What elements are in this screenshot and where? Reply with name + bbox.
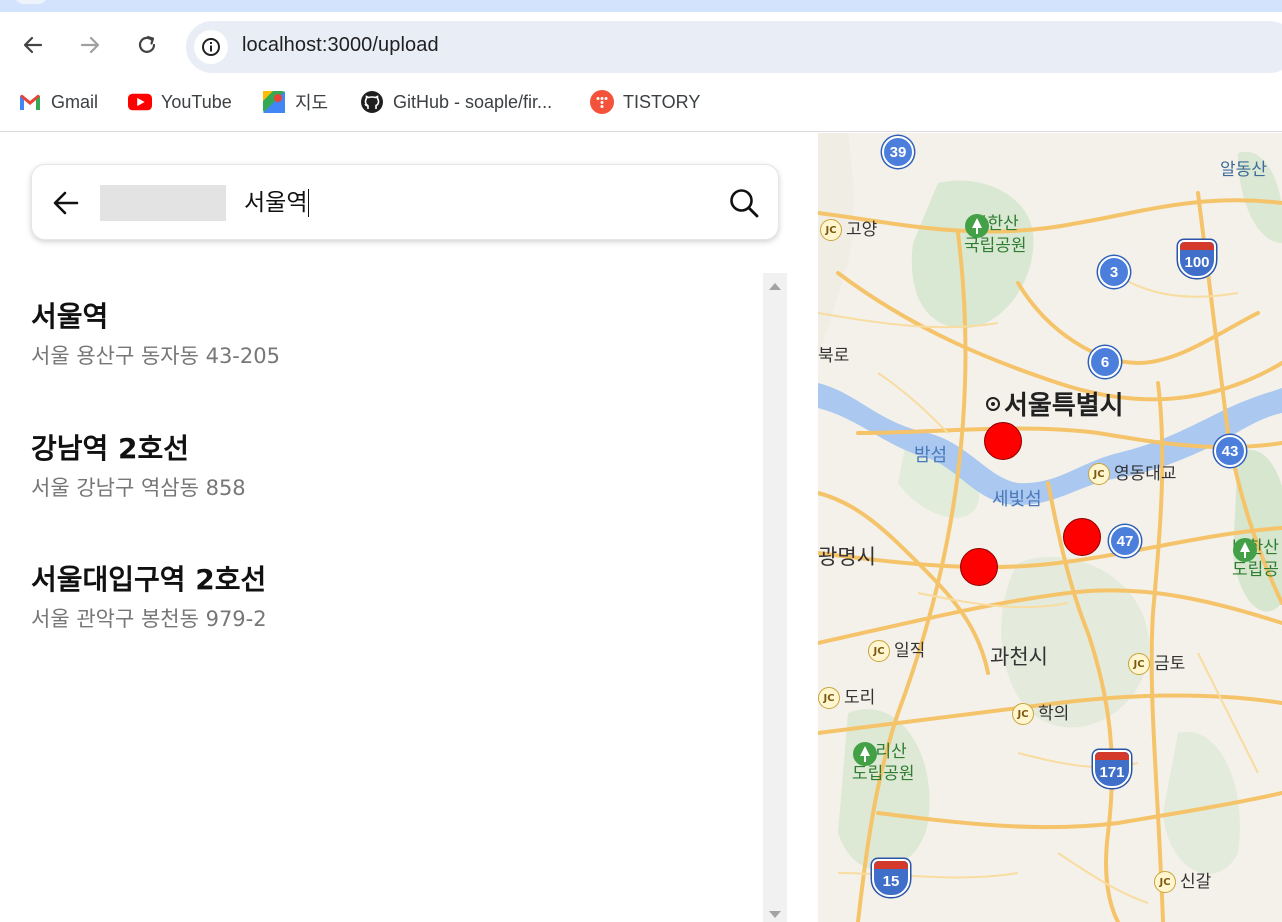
arrow-right-icon [80,36,100,54]
list-item[interactable]: 서울역 서울 용산구 동자동 43-205 [31,299,731,371]
map-label-bamseom: 밤섬 [914,445,948,466]
result-address: 서울 관악구 봉천동 979-2 [31,607,267,631]
search-input[interactable]: 서울역 [244,187,310,219]
bookmark-youtube[interactable]: YouTube [128,90,232,114]
map-label-dori: JC 도리 [818,683,875,709]
park-tree-icon [853,742,877,766]
bookmark-label: 지도 [295,93,329,113]
jc-icon: JC [818,687,840,709]
map-label-aldongsan: 알동산 [1220,160,1267,180]
result-address: 서울 강남구 역삼동 858 [31,476,246,500]
tab-strip [0,0,1282,12]
bookmark-label: Gmail [51,91,99,112]
search-panel: 서울역 서울역 서울 용산구 동자동 43-205 강남역 2호선 서울 강남구… [0,133,818,922]
back-button[interactable] [50,187,82,219]
search-button[interactable] [726,185,762,221]
back-button[interactable] [18,30,48,60]
info-icon [202,38,220,56]
bookmark-label: TISTORY [623,91,701,112]
forward-button[interactable] [75,30,105,60]
map-label-seoul: 서울특별시 [986,385,1124,422]
bookmark-label: GitHub - soaple/fir... [393,91,553,112]
youtube-icon [128,90,152,114]
jc-icon: JC [1012,703,1034,725]
map-label-hagui: JC 학의 [1012,699,1069,725]
city-dot-icon [986,397,1000,411]
reload-icon [138,35,156,53]
url-text[interactable]: localhost:3000/upload [242,34,439,57]
map-label-namhansan: 남한산 도립공 [1232,537,1279,581]
bookmark-github[interactable]: GitHub - soaple/fir... [360,90,552,114]
bookmark-gmail[interactable]: Gmail [18,90,98,114]
gmail-icon [18,90,42,114]
bookmark-maps[interactable]: 지도 [262,90,328,114]
map-label-iljik: JC 일직 [868,636,925,662]
result-title: 강남역 2호선 [31,432,190,465]
route-badge-6: 6 [1089,346,1121,378]
route-badge-3: 3 [1098,256,1130,288]
google-maps-icon [262,90,286,114]
bookmark-tistory[interactable]: TISTORY [590,90,700,114]
category-selector[interactable] [100,185,226,221]
map-view[interactable]: 39 3 6 43 47 100 171 15 JC 고양 북한산 국립공원 북로… [818,133,1282,922]
site-info-button[interactable] [194,30,228,64]
search-bar: 서울역 [31,164,779,240]
jc-icon: JC [820,219,842,241]
route-badge-39: 39 [882,136,914,168]
map-label-goyang: JC 고양 [820,215,877,241]
jc-icon: JC [1128,653,1150,675]
map-label-surisan: 수리산 도립공원 [852,742,915,784]
arrow-left-icon [53,191,79,215]
active-tab[interactable] [14,0,48,4]
highway-shield-171: 171 [1093,750,1131,788]
address-bar[interactable]: localhost:3000/upload [186,21,1282,73]
jc-icon: JC [868,640,890,662]
highway-shield-15: 15 [872,859,910,897]
arrow-left-icon [23,36,43,54]
list-item[interactable]: 강남역 2호선 서울 강남구 역삼동 858 [31,431,731,503]
list-item[interactable]: 서울대입구역 2호선 서울 관악구 봉천동 979-2 [31,562,731,634]
results-scrollbar[interactable] [763,273,787,922]
result-title: 서울역 [31,300,109,333]
result-title: 서울대입구역 2호선 [31,563,267,596]
map-label-gwacheon: 과천시 [990,645,1048,669]
map-label-yeongdong: JC 영동대교 [1088,459,1177,485]
reload-button[interactable] [132,30,162,60]
map-marker-gangnam-station[interactable] [1063,518,1101,556]
github-icon [360,90,384,114]
text-caret [308,189,310,217]
jc-icon: JC [1154,871,1176,893]
bookmarks-bar: Gmail YouTube 지도 GitHub - soaple/fir... … [0,80,1282,132]
scroll-down-arrow-icon[interactable] [769,911,781,918]
map-label-singal: JC 신갈 [1154,867,1211,893]
jc-icon: JC [1088,463,1110,485]
map-label-sebitseom: 세빛섬 [992,489,1042,510]
route-badge-43: 43 [1214,435,1246,467]
map-label-bukhansan: 북한산 국립공원 [964,214,1027,256]
map-label-gwangmyeong: 광명시 [818,545,876,569]
tistory-icon [590,90,614,114]
map-marker-seoul-station[interactable] [984,422,1022,460]
result-address: 서울 용산구 동자동 43-205 [31,344,280,368]
highway-shield-100: 100 [1178,240,1216,278]
park-tree-icon [965,214,989,238]
park-tree-icon [1233,538,1257,562]
route-badge-47: 47 [1109,525,1141,557]
results-list: 서울역 서울 용산구 동자동 43-205 강남역 2호선 서울 강남구 역삼동… [0,273,760,922]
bookmark-label: YouTube [161,91,232,112]
browser-toolbar: localhost:3000/upload [0,12,1282,80]
map-label-geumto: JC 금토 [1128,649,1185,675]
scroll-up-arrow-icon[interactable] [769,283,781,290]
map-marker-seoul-univ-station[interactable] [960,548,998,586]
map-label-bukro: 북로 [818,346,850,366]
search-icon [730,189,759,218]
search-query-text: 서울역 [244,190,308,216]
